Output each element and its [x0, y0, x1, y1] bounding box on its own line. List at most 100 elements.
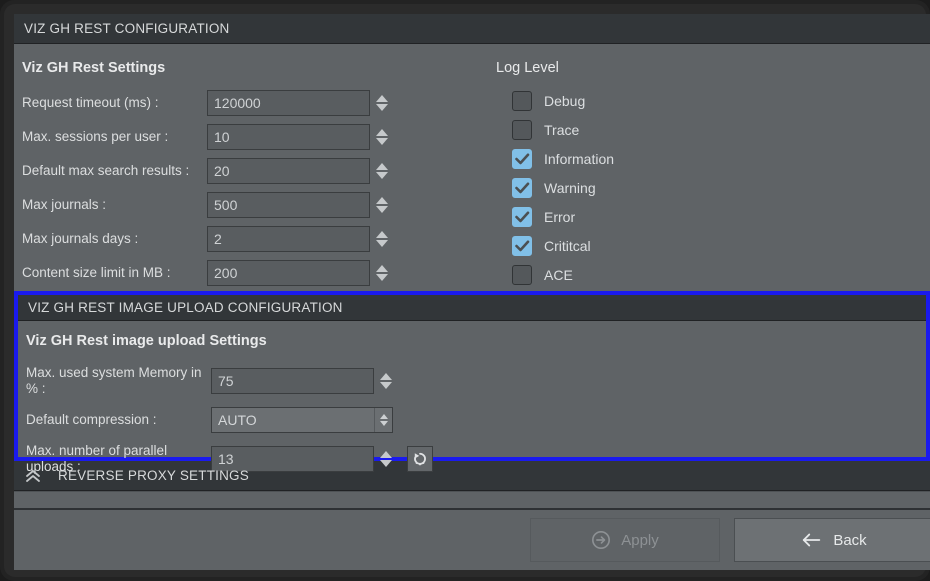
- spinner-max-system-memory[interactable]: [377, 368, 395, 394]
- apply-button[interactable]: Apply: [530, 518, 720, 562]
- spinner-up-icon[interactable]: [376, 197, 388, 204]
- input-max-sessions-per-user[interactable]: [207, 124, 370, 150]
- log-level-row-debug[interactable]: Debug: [496, 86, 930, 115]
- select-default-compression[interactable]: AUTO: [211, 407, 393, 433]
- application-window: VIZ GH REST CONFIGURATION Viz GH Rest Se…: [0, 0, 930, 581]
- label-request-timeout: Request timeout (ms) :: [22, 95, 159, 111]
- rest-settings-column: Viz GH Rest Settings Request timeout (ms…: [14, 44, 484, 291]
- label-crititcal: Crititcal: [544, 237, 591, 254]
- field-row-max-journals-days: Max journals days :: [22, 222, 484, 256]
- spinner-up-icon[interactable]: [376, 163, 388, 170]
- checkbox-trace[interactable]: [512, 119, 532, 140]
- field-row-default-compression: Default compression : AUTO: [26, 403, 926, 437]
- spinner-up-icon[interactable]: [380, 451, 392, 458]
- log-level-row-warning[interactable]: Warning: [496, 173, 930, 202]
- viz-gh-rest-configuration-header: VIZ GH REST CONFIGURATION: [14, 14, 930, 44]
- spinner-max-journals[interactable]: [373, 192, 391, 218]
- empty-filler-area: [14, 491, 930, 509]
- action-bar: Apply Back: [14, 508, 930, 570]
- input-content-size-limit[interactable]: [207, 260, 370, 286]
- image-upload-header-title: VIZ GH REST IMAGE UPLOAD CONFIGURATION: [28, 300, 343, 315]
- checkbox-debug[interactable]: [512, 90, 532, 111]
- label-ace: ACE: [544, 266, 573, 283]
- log-level-row-crititcal[interactable]: Crititcal: [496, 231, 930, 260]
- log-level-row-ace[interactable]: ACE: [496, 260, 930, 289]
- label-error: Error: [544, 208, 576, 225]
- label-default-compression: Default compression :: [26, 412, 157, 428]
- spinner-down-icon[interactable]: [380, 460, 392, 467]
- reverse-proxy-settings-label: REVERSE PROXY SETTINGS: [58, 468, 249, 483]
- spinner-up-icon[interactable]: [376, 265, 388, 272]
- content-surface: VIZ GH REST CONFIGURATION Viz GH Rest Se…: [14, 14, 930, 570]
- reset-parallel-uploads-button[interactable]: [407, 446, 433, 472]
- label-default-max-search-results: Default max search results :: [22, 163, 190, 179]
- input-max-journals[interactable]: [207, 192, 370, 218]
- chevron-up-double-icon[interactable]: [24, 469, 42, 483]
- select-arrows-icon[interactable]: [374, 408, 388, 432]
- log-level-row-information[interactable]: Information: [496, 144, 930, 173]
- spinner-up-icon[interactable]: [380, 373, 392, 380]
- input-max-system-memory[interactable]: [211, 368, 374, 394]
- spinner-down-icon[interactable]: [376, 172, 388, 179]
- spinner-parallel-uploads[interactable]: [377, 446, 395, 472]
- select-up-icon[interactable]: [380, 414, 388, 419]
- spinner-down-icon[interactable]: [376, 274, 388, 281]
- checkbox-warning[interactable]: [512, 177, 532, 198]
- field-row-default-max-search-results: Default max search results :: [22, 154, 484, 188]
- spinner-down-icon[interactable]: [376, 206, 388, 213]
- field-row-content-size-limit: Content size limit in MB :: [22, 256, 484, 290]
- label-content-size-limit: Content size limit in MB :: [22, 265, 171, 281]
- image-upload-configuration-panel: VIZ GH REST IMAGE UPLOAD CONFIGURATION V…: [14, 291, 930, 474]
- select-default-compression-value: AUTO: [218, 412, 257, 428]
- label-trace: Trace: [544, 121, 580, 138]
- log-level-title: Log Level: [496, 60, 559, 76]
- label-max-system-memory: Max. used system Memory in % :: [26, 365, 202, 396]
- log-level-row-error[interactable]: Error: [496, 202, 930, 231]
- label-max-journals: Max journals :: [22, 197, 107, 213]
- spinner-down-icon[interactable]: [376, 104, 388, 111]
- spinner-down-icon[interactable]: [376, 138, 388, 145]
- spinner-up-icon[interactable]: [376, 231, 388, 238]
- spinner-max-sessions-per-user[interactable]: [373, 124, 391, 150]
- label-warning: Warning: [544, 179, 596, 196]
- rest-settings-group-title: Viz GH Rest Settings: [22, 60, 166, 76]
- checkbox-error[interactable]: [512, 206, 532, 227]
- field-row-max-sessions-per-user: Max. sessions per user :: [22, 120, 484, 154]
- spinner-down-icon[interactable]: [376, 240, 388, 247]
- back-button[interactable]: Back: [734, 518, 930, 562]
- checkbox-crititcal[interactable]: [512, 235, 532, 256]
- field-row-request-timeout: Request timeout (ms) :: [22, 86, 484, 120]
- image-upload-header: VIZ GH REST IMAGE UPLOAD CONFIGURATION: [18, 295, 926, 321]
- label-debug: Debug: [544, 92, 586, 109]
- spinner-request-timeout[interactable]: [373, 90, 391, 116]
- spinner-up-icon[interactable]: [376, 129, 388, 136]
- input-max-journals-days[interactable]: [207, 226, 370, 252]
- checkmark-icon: [514, 153, 529, 164]
- spinner-max-journals-days[interactable]: [373, 226, 391, 252]
- back-button-label: Back: [833, 531, 867, 549]
- field-row-max-journals: Max journals :: [22, 188, 484, 222]
- field-row-max-system-memory: Max. used system Memory in % :: [26, 359, 926, 403]
- rest-settings-body: Viz GH Rest Settings Request timeout (ms…: [14, 44, 930, 291]
- log-level-column: Log Level Debug Trace Information Warnin…: [484, 44, 930, 291]
- checkbox-ace[interactable]: [512, 264, 532, 285]
- arrow-left-icon: [801, 531, 823, 549]
- spinner-up-icon[interactable]: [376, 95, 388, 102]
- select-down-icon[interactable]: [380, 421, 388, 426]
- image-upload-body: Viz GH Rest image upload Settings Max. u…: [18, 321, 926, 474]
- arrow-right-circle-icon: [591, 530, 611, 550]
- apply-button-label: Apply: [621, 531, 659, 549]
- checkmark-icon: [514, 182, 529, 193]
- image-upload-group-title: Viz GH Rest image upload Settings: [26, 333, 267, 349]
- log-level-row-trace[interactable]: Trace: [496, 115, 930, 144]
- checkmark-icon: [514, 240, 529, 251]
- checkbox-information[interactable]: [512, 148, 532, 169]
- label-information: Information: [544, 150, 615, 167]
- input-default-max-search-results[interactable]: [207, 158, 370, 184]
- input-request-timeout[interactable]: [207, 90, 370, 116]
- spinner-down-icon[interactable]: [380, 382, 392, 389]
- panel-title: VIZ GH REST CONFIGURATION: [24, 21, 230, 36]
- reset-icon: [414, 452, 426, 466]
- spinner-content-size-limit[interactable]: [373, 260, 391, 286]
- spinner-default-max-search-results[interactable]: [373, 158, 391, 184]
